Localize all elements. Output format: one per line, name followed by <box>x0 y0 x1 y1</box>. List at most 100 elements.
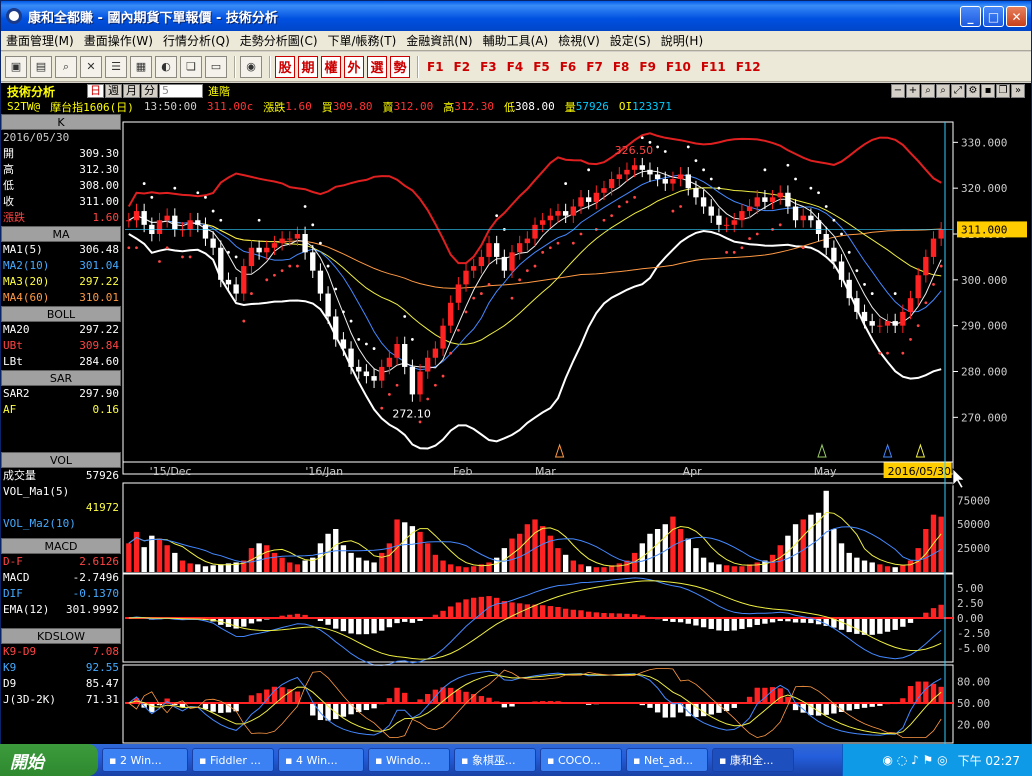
start-button[interactable]: 開始 <box>0 744 98 776</box>
macd-histogram-bar <box>501 601 508 619</box>
function-key-f7[interactable]: F7 <box>582 56 607 78</box>
title-bar[interactable]: 康和全都賺 - 國內期貨下單報價 - 技術分析 _ □ ✕ <box>1 1 1031 31</box>
x-axis-label: Feb <box>453 465 472 478</box>
volume-bar <box>754 562 760 572</box>
function-key-f8[interactable]: F8 <box>609 56 634 78</box>
sar-dot <box>786 163 790 167</box>
menu-item-screen-manage[interactable]: 畫面管理(M) <box>1 32 79 49</box>
kd-diff-bar <box>670 703 676 718</box>
volume-bar <box>279 557 285 572</box>
taskbar-item-explorer[interactable]: ▪ 4 Win... <box>278 748 364 772</box>
settings-icon[interactable]: ⚙ <box>966 84 980 98</box>
chart-area[interactable]: 330.000320.000310.000300.000290.000280.0… <box>1 114 1031 745</box>
advanced-button[interactable]: 進階 <box>208 83 230 99</box>
maximize-button[interactable]: □ <box>983 6 1004 27</box>
close-window-icon[interactable]: ✕ <box>80 55 102 78</box>
menu-item-tools[interactable]: 輔助工具(A) <box>478 32 554 49</box>
k-label: 漲跌 <box>3 211 25 224</box>
fit-icon[interactable]: ⤢ <box>951 84 965 98</box>
quote-bar: S2TW@ 摩台指1606(日) 13:50:00 311.00c 漲跌 1.60… <box>1 99 1031 114</box>
sar-dot <box>870 292 874 295</box>
function-key-f12[interactable]: F12 <box>732 56 765 78</box>
taskbar-item-fiddler[interactable]: ▪ Fiddler ... <box>192 748 274 772</box>
function-key-f2[interactable]: F2 <box>450 56 475 78</box>
price-tick-label: 300.000 <box>961 274 1007 287</box>
image-icon[interactable]: ▭ <box>205 55 227 78</box>
taskbar-item-net-ad[interactable]: ▪ Net_ad... <box>626 748 708 772</box>
candle-body <box>555 211 561 216</box>
quote-time: 13:50:00 <box>143 100 197 113</box>
taskbar-item-chess[interactable]: ▪ 象棋巫... <box>454 748 536 772</box>
list-icon[interactable]: ☰ <box>105 55 127 78</box>
close-button[interactable]: ✕ <box>1006 6 1027 27</box>
more-icon[interactable]: » <box>1011 84 1025 98</box>
broker-logo-icon[interactable]: ◉ <box>240 55 262 78</box>
globe-icon[interactable]: ◐ <box>155 55 177 78</box>
candle-body <box>693 188 699 198</box>
menu-item-charts[interactable]: 走勢分析圖(C) <box>235 32 323 49</box>
volume-bar <box>892 567 898 572</box>
function-key-f10[interactable]: F10 <box>662 56 695 78</box>
quick-button-futures[interactable]: 期 <box>298 55 318 78</box>
table-icon[interactable]: ▦ <box>130 55 152 78</box>
kd-value: 71.31 <box>85 693 119 706</box>
layers-icon[interactable]: ❏ <box>180 55 202 78</box>
function-key-f9[interactable]: F9 <box>635 56 660 78</box>
menu-item-settings[interactable]: 設定(S) <box>605 32 656 49</box>
magnify-in-icon[interactable]: ⌕ <box>936 84 950 98</box>
menu-item-help[interactable]: 說明(H) <box>656 32 708 49</box>
macd-value: -0.1370 <box>72 587 119 600</box>
zoom-in-icon[interactable]: + <box>906 84 920 98</box>
quick-button-foreign[interactable]: 外 <box>344 55 364 78</box>
kd-diff-bar <box>279 687 285 704</box>
sar-value: 0.16 <box>92 403 120 416</box>
function-key-f4[interactable]: F4 <box>503 56 528 78</box>
taskbar-item-trading-app[interactable]: ▪ 康和全... <box>712 748 794 772</box>
save-icon[interactable]: ▪ <box>981 84 995 98</box>
menu-item-orders[interactable]: 下單/帳務(T) <box>323 32 402 49</box>
sar-label: SAR2 <box>3 387 30 400</box>
macd-row: DIF -0.1370 <box>1 586 121 602</box>
menu-item-view[interactable]: 檢視(V) <box>553 32 605 49</box>
macd-tick-label: 0.00 <box>957 612 984 625</box>
search-icon[interactable]: ⌕ <box>55 55 77 78</box>
restore-icon[interactable]: ❐ <box>996 84 1010 98</box>
quick-button-options[interactable]: 權 <box>321 55 341 78</box>
toolbar-separator <box>234 55 236 78</box>
sar-dot <box>303 205 307 208</box>
magnify-out-icon[interactable]: ⌕ <box>921 84 935 98</box>
function-key-f5[interactable]: F5 <box>529 56 554 78</box>
period-tab-month[interactable]: 月 <box>123 84 140 98</box>
kd-diff-bar <box>402 692 408 704</box>
candle-body <box>126 220 132 222</box>
minimize-button[interactable]: _ <box>960 6 981 27</box>
period-tab-minute[interactable]: 分 <box>141 84 158 98</box>
tray-icons[interactable]: ◉ ◌ ♪ ⚑ ◎ <box>883 753 948 767</box>
chart-background <box>1 114 1031 745</box>
function-key-f1[interactable]: F1 <box>423 56 448 78</box>
menu-item-market[interactable]: 行情分析(Q) <box>158 32 235 49</box>
zoom-out-icon[interactable]: − <box>891 84 905 98</box>
sar-dot <box>564 182 568 185</box>
candle-body <box>700 197 707 207</box>
function-key-f3[interactable]: F3 <box>476 56 501 78</box>
minute-interval-select[interactable]: 5 <box>159 84 203 98</box>
function-key-f11[interactable]: F11 <box>697 56 730 78</box>
function-key-f6[interactable]: F6 <box>556 56 581 78</box>
taskbar-item-chrome[interactable]: ▪ COCO... <box>540 748 622 772</box>
sar-dot <box>886 351 889 355</box>
quick-button-stock[interactable]: 股 <box>275 55 295 78</box>
period-tab-day[interactable]: 日 <box>87 84 104 98</box>
quick-button-trend[interactable]: 勢 <box>390 55 410 78</box>
volume-bar <box>425 543 431 572</box>
menu-item-screen-ops[interactable]: 畫面操作(W) <box>79 32 158 49</box>
taskbar-item-cmd[interactable]: ▪ 2 Win... <box>102 748 188 772</box>
taskbar-item-windows[interactable]: ▪ Windo... <box>368 748 450 772</box>
candle-body <box>402 344 408 367</box>
quote-high: 312.30 <box>454 100 494 113</box>
period-tab-week[interactable]: 週 <box>105 84 122 98</box>
monitor-icon[interactable]: ▤ <box>30 55 52 78</box>
new-window-icon[interactable]: ▣ <box>5 55 27 78</box>
quick-button-select[interactable]: 選 <box>367 55 387 78</box>
menu-item-finance-info[interactable]: 金融資訊(N) <box>401 32 477 49</box>
